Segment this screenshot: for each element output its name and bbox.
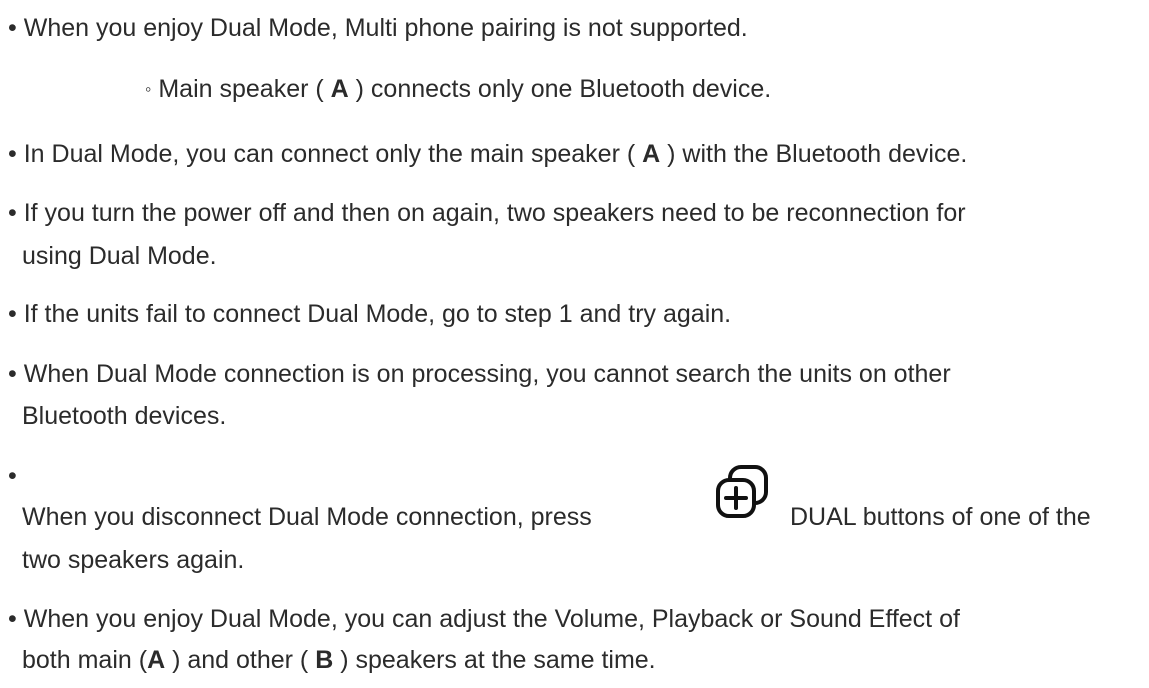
note-text: ) and other ( xyxy=(165,646,316,674)
note-text: If you turn the power off and then on ag… xyxy=(23,199,966,227)
note-text: When you enjoy Dual Mode, you can adjust… xyxy=(23,605,960,633)
speaker-label-a: A xyxy=(330,75,349,103)
note-item-3-continued: using Dual Mode. xyxy=(22,241,217,271)
note-text: When you enjoy Dual Mode, Multi phone pa… xyxy=(23,14,748,42)
dual-button-icon xyxy=(716,465,768,518)
note-item-4: • If the units fail to connect Dual Mode… xyxy=(8,299,731,329)
note-item-3: • If you turn the power off and then on … xyxy=(8,198,966,228)
note-text: two speakers again. xyxy=(22,546,245,574)
note-item-6: • xyxy=(8,461,17,491)
note-text: using Dual Mode. xyxy=(22,242,217,270)
note-item-1: • When you enjoy Dual Mode, Multi phone … xyxy=(8,13,748,43)
note-text: ) connects only one Bluetooth device. xyxy=(348,75,772,103)
note-item-5: • When Dual Mode connection is on proces… xyxy=(8,359,951,389)
bullet: • xyxy=(8,300,17,328)
note-item-6-line-after-icon: DUAL buttons of one of the xyxy=(790,502,1091,532)
note-text: both main ( xyxy=(22,646,148,674)
note-item-6-continued: two speakers again. xyxy=(22,545,244,575)
note-item-7-continued: both main (A ) and other ( B ) speakers … xyxy=(22,645,656,675)
bullet: • xyxy=(8,605,17,633)
note-text: DUAL buttons of one of the xyxy=(790,503,1091,531)
note-text: Bluetooth devices. xyxy=(22,402,227,430)
note-text: ) with the Bluetooth device. xyxy=(660,140,968,168)
bullet: • xyxy=(8,199,17,227)
note-subitem-1: ◦ Main speaker ( A ) connects only one B… xyxy=(145,74,771,104)
note-text: ) speakers at the same time. xyxy=(333,646,656,674)
bullet: • xyxy=(8,360,17,388)
speaker-label-a: A xyxy=(642,140,661,168)
bullet: • xyxy=(8,14,17,42)
note-text: If the units fail to connect Dual Mode, … xyxy=(23,300,732,328)
speaker-label-a: A xyxy=(147,646,166,674)
note-text: Main speaker ( xyxy=(158,75,331,103)
bullet: • xyxy=(8,462,17,490)
note-item-5-continued: Bluetooth devices. xyxy=(22,401,226,431)
note-item-2: • In Dual Mode, you can connect only the… xyxy=(8,139,967,169)
sub-bullet: ◦ xyxy=(145,79,152,99)
note-text: When Dual Mode connection is on processi… xyxy=(23,360,951,388)
bullet: • xyxy=(8,140,17,168)
speaker-label-b: B xyxy=(315,646,334,674)
note-text: In Dual Mode, you can connect only the m… xyxy=(23,140,643,168)
note-text: When you disconnect Dual Mode connection… xyxy=(22,503,592,531)
note-item-7: • When you enjoy Dual Mode, you can adju… xyxy=(8,604,960,634)
note-item-6-line: When you disconnect Dual Mode connection… xyxy=(22,502,592,532)
